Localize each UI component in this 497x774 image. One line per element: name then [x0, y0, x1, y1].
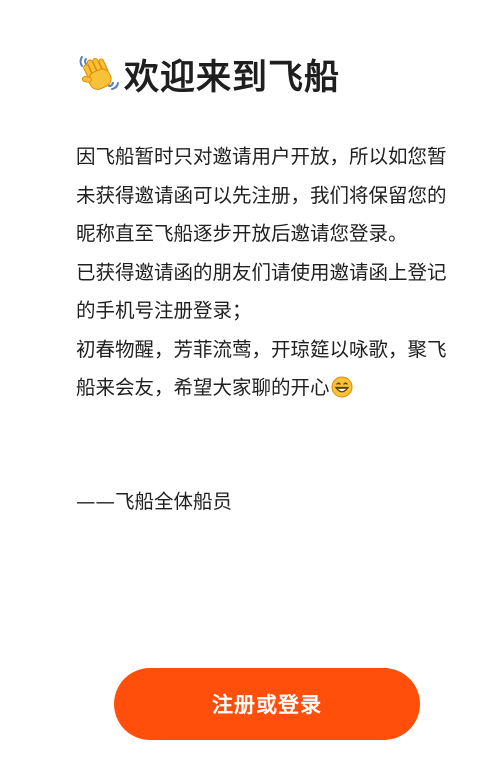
register-or-login-button[interactable]: 注册或登录: [114, 668, 420, 740]
grinning-face-icon: [331, 373, 353, 398]
page-title: 欢迎来到飞船: [76, 48, 340, 100]
waving-hand-icon: [76, 51, 122, 97]
message-paragraph-text: 初春物醒，芳菲流莺，开琼筵以咏歌，聚飞船来会友，希望大家聊的开心: [76, 337, 447, 400]
welcome-title: 欢迎来到飞船: [124, 57, 341, 98]
message-paragraph-with-emoji: 初春物醒，芳菲流莺，开琼筵以咏歌，聚飞船来会友，希望大家聊的开心: [76, 331, 454, 408]
message-paragraph: 因飞船暂时只对邀请用户开放，所以如您暂未获得邀请函可以先注册，我们将保留您的昵称…: [76, 145, 447, 245]
invitation-message: 因飞船暂时只对邀请用户开放，所以如您暂未获得邀请函可以先注册，我们将保留您的昵称…: [76, 138, 454, 408]
message-paragraph: 已获得邀请函的朋友们请使用邀请函上登记的手机号注册登录；: [76, 260, 447, 323]
signature: ——飞船全体船员: [76, 490, 233, 513]
